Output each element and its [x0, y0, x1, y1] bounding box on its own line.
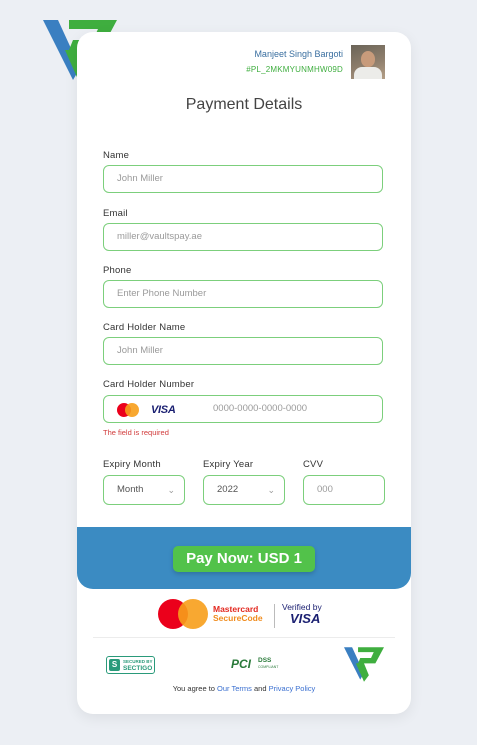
privacy-policy-link[interactable]: Privacy Policy — [269, 684, 316, 693]
avatar — [351, 45, 385, 79]
pay-band: Pay Now: USD 1 — [77, 527, 411, 589]
chevron-down-icon: ⌄ — [267, 485, 275, 495]
verified-by-visa-badge: Verified by VISA — [282, 602, 322, 626]
card-number-placeholder: 0000-0000-0000-0000 — [213, 403, 308, 414]
terms-link[interactable]: Our Terms — [217, 684, 252, 693]
expiry-year-label: Expiry Year — [203, 459, 254, 470]
mastercard-icon — [117, 403, 139, 417]
phone-input[interactable]: Enter Phone Number — [103, 280, 383, 308]
visa-icon: VISA — [151, 404, 176, 416]
email-label: Email — [103, 208, 128, 219]
name-input[interactable]: John Miller — [103, 165, 383, 193]
sectigo-badge-icon: S SECURED BY SECTIGO — [106, 656, 155, 674]
page-title: Payment Details — [185, 96, 303, 113]
expiry-month-value: Month — [117, 484, 144, 495]
cvv-input[interactable]: 000 — [303, 475, 385, 505]
card-holder-number-label: Card Holder Number — [103, 379, 195, 390]
terms-agreement: You agree to Our Terms and Privacy Polic… — [172, 684, 316, 693]
chevron-down-icon: ⌄ — [167, 485, 175, 495]
phone-label: Phone — [103, 265, 132, 276]
payment-link-id: #PL_2MKMYUNMHW09D — [246, 65, 343, 74]
badge-divider — [274, 604, 275, 628]
pay-now-button[interactable]: Pay Now: USD 1 — [173, 546, 315, 572]
expiry-year-select[interactable]: 2022 ⌄ — [203, 475, 285, 505]
cvv-label: CVV — [303, 459, 324, 470]
securecode-label: SecureCode — [213, 613, 263, 623]
vaultspay-logo-icon — [344, 647, 384, 682]
mastercard-securecode-badge: Mastercard SecureCode — [157, 598, 277, 630]
divider — [93, 637, 395, 638]
pci-dss-icon: PCI DSS COMPLIANT — [231, 657, 279, 671]
merchant-name: Manjeet Singh Bargoti — [254, 49, 343, 59]
expiry-year-value: 2022 — [217, 484, 239, 495]
card-holder-name-label: Card Holder Name — [103, 322, 186, 333]
email-input[interactable]: miller@vaultspay.ae — [103, 223, 383, 251]
card-holder-name-input[interactable]: John Miller — [103, 337, 383, 365]
card-number-error: The field is required — [103, 428, 169, 437]
merchant-info: Manjeet Singh Bargoti #PL_2MKMYUNMHW09D — [246, 49, 343, 74]
name-label: Name — [103, 150, 130, 161]
payment-card: Manjeet Singh Bargoti #PL_2MKMYUNMHW09D … — [77, 32, 411, 714]
visa-icon: VISA — [290, 611, 321, 626]
expiry-month-select[interactable]: Month ⌄ — [103, 475, 185, 505]
mastercard-icon — [158, 599, 208, 629]
expiry-month-label: Expiry Month — [103, 459, 161, 470]
card-number-input[interactable]: VISA 0000-0000-0000-0000 — [103, 395, 383, 423]
